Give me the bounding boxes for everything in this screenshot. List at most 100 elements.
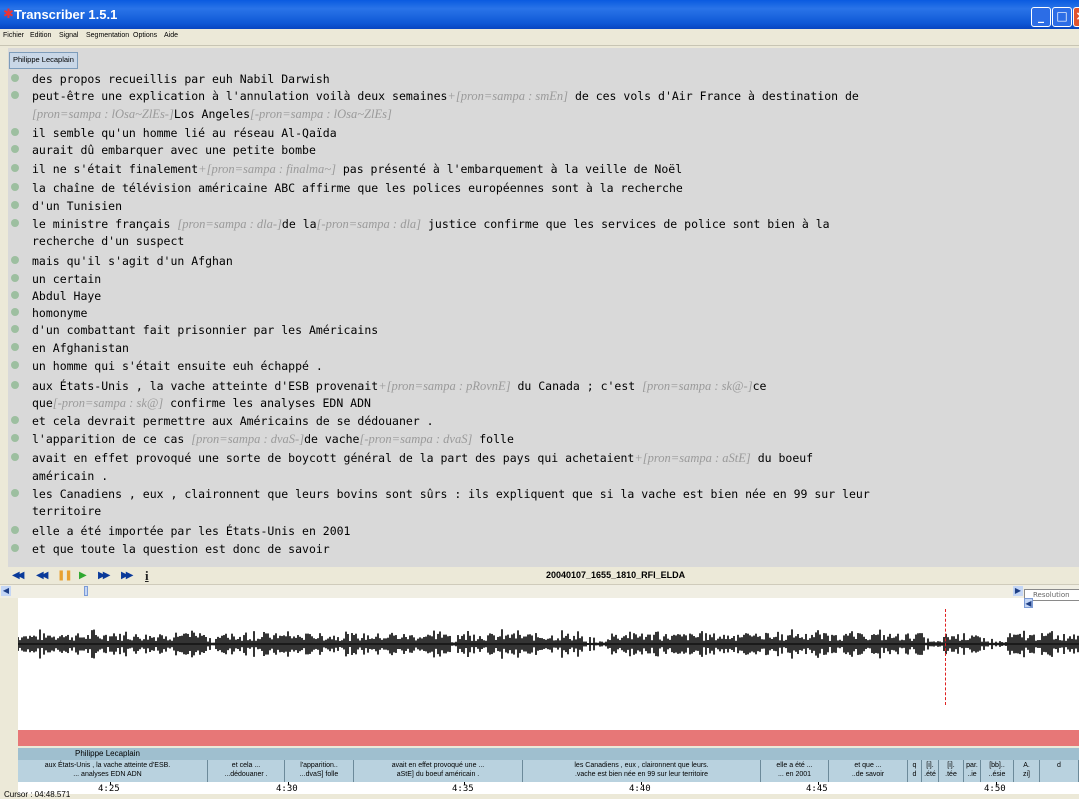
transcript-word-run: un homme qui s'était ensuite euh échappé…	[32, 359, 323, 373]
timeline-segment-end: ..ie	[967, 771, 977, 778]
segment-bullet-icon[interactable]	[11, 416, 19, 424]
transcript-text[interactable]: l'apparition de ce cas [pron=sampa : dva…	[32, 431, 514, 447]
transcript-text[interactable]: un certain	[32, 271, 101, 287]
transcript-text[interactable]: elle a été importée par les États-Unis e…	[32, 523, 351, 539]
transcript-text[interactable]: américain .	[32, 468, 108, 484]
transcript-word-run: d'un combattant fait prisonnier par les …	[32, 323, 379, 337]
timeline-segment-end: ... analyses EDN ADN	[73, 771, 142, 778]
timeline-segment[interactable]: les Canadiens , eux , claironnent que le…	[523, 760, 761, 782]
transcript-text[interactable]: des propos recueillis par euh Nabil Darw…	[32, 71, 330, 87]
segment-bullet-icon[interactable]	[11, 145, 19, 153]
menu-bar: Fichier Edition Signal Segmentation Opti…	[0, 29, 1079, 46]
segment-bullet-icon[interactable]	[11, 308, 19, 316]
scroll-right-icon[interactable]: ▶	[1013, 586, 1023, 596]
timeline-segment[interactable]: elle a été ... ... en 2001	[761, 760, 829, 782]
playback-cursor	[945, 609, 946, 705]
rewind-icon[interactable]: ◀◀	[36, 570, 49, 581]
segment-bullet-icon[interactable]	[11, 544, 19, 552]
segment-bullet-icon[interactable]	[11, 183, 19, 191]
transcript-text[interactable]: et que toute la question est donc de sav…	[32, 541, 330, 557]
menu-signal[interactable]: Signal	[59, 32, 78, 39]
segment-bullet-icon[interactable]	[11, 291, 19, 299]
segment-bullet-icon[interactable]	[11, 74, 19, 82]
segment-bullet-icon[interactable]	[11, 325, 19, 333]
transcript-text[interactable]: que[-pron=sampa : sk@] confirme les anal…	[32, 395, 371, 411]
segment-bullet-icon[interactable]	[11, 164, 19, 172]
transcript-text[interactable]: un homme qui s'était ensuite euh échappé…	[32, 358, 323, 374]
scroll-thumb[interactable]	[84, 586, 88, 596]
transcript-text[interactable]: en Afghanistan	[32, 340, 129, 356]
timeline-segment-start: les Canadiens , eux , claironnent que le…	[574, 762, 709, 769]
forward-end-icon[interactable]: ▶▶	[121, 570, 134, 581]
forward-icon[interactable]: ▶▶	[98, 570, 111, 581]
segment-bullet-icon[interactable]	[11, 434, 19, 442]
segment-bullet-icon[interactable]	[11, 361, 19, 369]
transcript-text[interactable]: il semble qu'un homme lié au réseau Al-Q…	[32, 125, 337, 141]
timeline-segment[interactable]: [bb].. ..ésie	[981, 760, 1014, 782]
menu-aide[interactable]: Aide	[164, 32, 178, 39]
transcript-text[interactable]: aurait dû embarquer avec une petite bomb…	[32, 142, 316, 158]
timeline-segment[interactable]: [i]. .été	[922, 760, 939, 782]
resolution-left-icon[interactable]: ◀	[1024, 598, 1033, 608]
transcript-word-run: les Canadiens , eux , claironnent que le…	[32, 487, 870, 501]
transcript-text[interactable]: et cela devrait permettre aux Américains…	[32, 413, 434, 429]
timeline-segment-end: .tée	[945, 771, 957, 778]
menu-edition[interactable]: Edition	[30, 32, 51, 39]
menu-fichier[interactable]: Fichier	[3, 32, 24, 39]
scroll-left-icon[interactable]: ◀	[1, 586, 11, 596]
menu-options[interactable]: Options	[133, 32, 157, 39]
segment-bullet-icon[interactable]	[11, 489, 19, 497]
speaker-turn-button[interactable]: Philippe Lecaplain	[9, 52, 78, 69]
transcript-text[interactable]: d'un Tunisien	[32, 198, 122, 214]
timeline-segment[interactable]: et que ... ..de savoir	[829, 760, 908, 782]
pause-icon[interactable]: ❚❚	[57, 570, 73, 581]
transcript-text[interactable]: homonyme	[32, 305, 87, 321]
transcript-text[interactable]: aux États-Unis , la vache atteinte d'ESB…	[32, 378, 766, 394]
transcript-text[interactable]: peut-être une explication à l'annulation…	[32, 88, 859, 104]
segment-bullet-icon[interactable]	[11, 343, 19, 351]
segment-bullet-icon[interactable]	[11, 201, 19, 209]
timeline-segment[interactable]: [i]. .tée	[939, 760, 964, 782]
timeline-segment-end: .vache est bien née en 99 sur leur terri…	[574, 771, 709, 778]
timeline-segment[interactable]: l'apparition.. ...dvaS] folle	[285, 760, 354, 782]
segment-bullet-icon[interactable]	[11, 128, 19, 136]
timeline-segment[interactable]: qd	[908, 760, 922, 782]
transcript-text[interactable]: d'un combattant fait prisonnier par les …	[32, 322, 378, 338]
maximize-button[interactable]: □	[1052, 7, 1072, 27]
pronunciation-tag: [pron=sampa : dvaS-]	[191, 432, 305, 446]
timeline-segment[interactable]: d	[1040, 760, 1079, 782]
transcript-text[interactable]: il ne s'était finalement+[pron=sampa : f…	[32, 161, 682, 177]
play-icon[interactable]: ▶	[79, 570, 87, 581]
transcript-text[interactable]: mais qu'il s'agit d'un Afghan	[32, 253, 233, 269]
segment-bullet-icon[interactable]	[11, 381, 19, 389]
segment-bullet-icon[interactable]	[11, 526, 19, 534]
transcript-text[interactable]: recherche d'un suspect	[32, 233, 184, 249]
info-icon[interactable]: i	[145, 569, 149, 582]
close-button[interactable]: ×	[1073, 7, 1079, 27]
transcript-text[interactable]: le ministre français [pron=sampa : dla-]…	[32, 216, 830, 232]
segment-bullet-icon[interactable]	[11, 256, 19, 264]
timeline-segment[interactable]: aux États-Unis , la vache atteinte d'ESB…	[18, 760, 208, 782]
transcript-word-run: de la	[281, 217, 317, 231]
pronunciation-tag: [-pron=sampa : dla]	[316, 217, 422, 231]
transcript-text[interactable]: avait en effet provoqué une sorte de boy…	[32, 450, 813, 466]
segment-bullet-icon[interactable]	[11, 453, 19, 461]
timeline-segment[interactable]: par. ..ie	[964, 760, 981, 782]
segment-bullet-icon[interactable]	[11, 91, 19, 99]
menu-segmentation[interactable]: Segmentation	[86, 32, 129, 39]
transcript-text[interactable]: les Canadiens , eux , claironnent que le…	[32, 486, 870, 502]
timeline-segment[interactable]: A. zi]	[1014, 760, 1040, 782]
segment-bullet-icon[interactable]	[11, 274, 19, 282]
transcript-text[interactable]: Abdul Haye	[32, 288, 101, 304]
timeline-segment[interactable]: avait en effet provoqué une ... aStE] du …	[354, 760, 523, 782]
transcript-text[interactable]: [pron=sampa : lOsa~ZlEs-]Los Angeles[-pr…	[32, 106, 392, 122]
segment-bullet-icon[interactable]	[11, 219, 19, 227]
transcript-text[interactable]: territoire	[32, 503, 101, 519]
minimize-button[interactable]: _	[1031, 7, 1051, 27]
rewind-start-icon[interactable]: ◀◀	[12, 570, 25, 581]
horizontal-scrollbar[interactable]: ◀ ▶	[0, 584, 1079, 598]
transcript-text[interactable]: la chaîne de télévision américaine ABC a…	[32, 180, 683, 196]
timeline-segment[interactable]: et cela ... ...dédouaner .	[208, 760, 285, 782]
speaker-band[interactable]: Philippe Lecaplain	[18, 748, 1079, 760]
waveform-display[interactable]	[18, 598, 1079, 738]
